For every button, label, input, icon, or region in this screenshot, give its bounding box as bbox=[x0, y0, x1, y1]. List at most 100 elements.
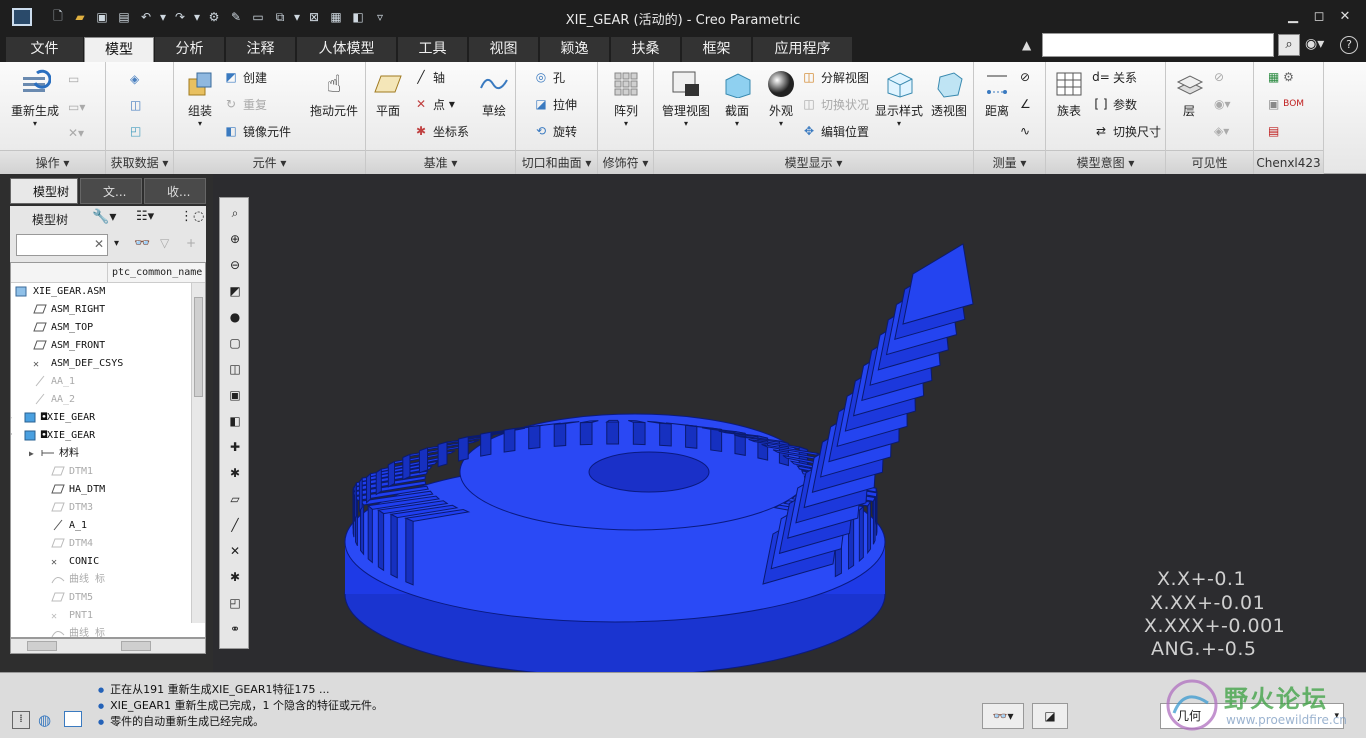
group-label-operations[interactable]: 操作 ▾ bbox=[0, 150, 105, 174]
section-button[interactable]: 截面 ▾ bbox=[714, 66, 760, 128]
tab-file[interactable]: 文件 bbox=[6, 37, 84, 62]
customize-dropdown-icon[interactable]: ▿ bbox=[370, 8, 390, 26]
tab-analysis[interactable]: 分析 bbox=[155, 37, 225, 62]
close-window-icon[interactable]: ⊠ bbox=[304, 8, 324, 26]
point-button[interactable]: ✕ 点 ▾ bbox=[412, 93, 455, 115]
display-style-small-icon[interactable]: ● bbox=[224, 306, 246, 328]
group-label-model-display[interactable]: 模型显示 ▾ bbox=[654, 150, 973, 174]
tree-item[interactable]: ▶ 材料 bbox=[29, 445, 79, 463]
family-table-button[interactable]: 族表 bbox=[1046, 66, 1092, 119]
group-label-cuts-surfaces[interactable]: 切口和曲面 ▾ bbox=[516, 150, 597, 174]
extrude-button[interactable]: ◪ 拉伸 bbox=[532, 93, 577, 115]
tree-item[interactable]: AA_1 bbox=[33, 373, 75, 391]
group-label-visibility[interactable]: 可见性 bbox=[1166, 150, 1253, 174]
angle-icon[interactable]: ∠ bbox=[1020, 93, 1031, 115]
find-icon[interactable]: 👓▾ bbox=[982, 703, 1024, 729]
paste-icon[interactable]: ▭▾ bbox=[68, 96, 85, 118]
tree-item[interactable]: ✕ ASM_DEF_CSYS bbox=[33, 355, 123, 373]
tree-item[interactable]: AA_2 bbox=[33, 391, 75, 409]
expand-arrow-icon[interactable]: ▶ bbox=[11, 409, 12, 427]
display-style-button[interactable]: 显示样式 ▾ bbox=[870, 66, 928, 128]
search-input[interactable] bbox=[1042, 33, 1274, 57]
regen-status-icon[interactable]: ◪ bbox=[1032, 703, 1068, 729]
user-defined-feature-icon[interactable]: ◈ bbox=[130, 68, 139, 90]
layers-button[interactable]: 层 bbox=[1166, 66, 1212, 119]
tree-filter-icon[interactable]: ⋮◌ bbox=[180, 209, 204, 224]
selection-filter-select[interactable]: 几何 ▾ bbox=[1160, 703, 1344, 729]
clear-search-icon[interactable]: ✕ bbox=[94, 237, 104, 251]
tree-item[interactable]: DTM1 bbox=[51, 463, 93, 481]
tree-column-header[interactable]: ptc_common_name bbox=[107, 263, 205, 283]
plugin-drawing-icon[interactable]: ▤ bbox=[1268, 120, 1279, 142]
mirror-component-button[interactable]: ◧ 镜像元件 bbox=[222, 120, 291, 142]
point-display-icon[interactable]: ✕ bbox=[224, 540, 246, 562]
show-columns-icon[interactable]: ☷▾ bbox=[136, 209, 154, 224]
distance-button[interactable]: 距离 bbox=[974, 66, 1020, 119]
plane-display-icon[interactable]: ▱ bbox=[224, 488, 246, 510]
tab-manikin[interactable]: 人体模型 bbox=[297, 37, 397, 62]
close-icon[interactable]: ✕ bbox=[1332, 7, 1358, 27]
tree-item[interactable]: DTM4 bbox=[51, 535, 93, 553]
tree-item[interactable]: ✕ PNT1 bbox=[51, 607, 93, 625]
annotation-display-icon[interactable]: ✚ bbox=[224, 436, 246, 458]
windows-icon[interactable]: ▭ bbox=[248, 8, 268, 26]
tree-item[interactable]: HA_DTM bbox=[51, 481, 105, 499]
maximize-icon[interactable]: ◻ bbox=[1306, 7, 1332, 27]
group-label-chenxl423[interactable]: Chenxl423 bbox=[1254, 150, 1323, 174]
app-logo-icon[interactable] bbox=[12, 8, 32, 26]
save-icon[interactable]: ▣ bbox=[92, 8, 112, 26]
saved-views-icon[interactable]: ▢ bbox=[224, 332, 246, 354]
perspective-button[interactable]: 透视图 bbox=[926, 66, 972, 119]
csys-button[interactable]: ✱ 坐标系 bbox=[412, 120, 469, 142]
create-button[interactable]: ◩ 创建 bbox=[222, 66, 267, 88]
parameters-button[interactable]: [ ] 参数 bbox=[1092, 93, 1137, 115]
undo-icon[interactable]: ↶ bbox=[136, 8, 156, 26]
tab-annotate[interactable]: 注释 bbox=[226, 37, 296, 62]
group-label-modifiers[interactable]: 修饰符 ▾ bbox=[598, 150, 653, 174]
tree-item[interactable]: 曲线 标 bbox=[51, 571, 105, 589]
tree-settings-icon[interactable]: 🔧▾ bbox=[92, 209, 116, 225]
repeat-button[interactable]: ↻ 重复 bbox=[222, 93, 267, 115]
toggle-status-button[interactable]: ◫ 切换状况 bbox=[800, 93, 869, 115]
axis-button[interactable]: ╱ 轴 bbox=[412, 66, 445, 88]
tree-item[interactable]: 曲线 标 bbox=[51, 625, 105, 637]
help-dropdown-icon[interactable]: ◉▾ bbox=[1305, 36, 1324, 52]
expand-arrow-icon[interactable]: ▼ bbox=[11, 427, 12, 445]
help-icon[interactable]: ? bbox=[1340, 36, 1358, 54]
tab-model[interactable]: 模型 bbox=[84, 37, 154, 62]
funnel-icon[interactable]: ▽ bbox=[160, 236, 169, 250]
tab-applications[interactable]: 应用程序 bbox=[753, 37, 853, 62]
full-screen-icon[interactable] bbox=[64, 711, 82, 727]
plane-button[interactable]: 平面 bbox=[366, 66, 410, 119]
curve-length-icon[interactable]: ∿ bbox=[1020, 120, 1030, 142]
tree-item[interactable]: A_1 bbox=[51, 517, 87, 535]
csys-display-icon[interactable]: ✱ bbox=[224, 566, 246, 588]
shrinkwrap-icon[interactable]: ◰ bbox=[130, 120, 141, 142]
appearance-button[interactable]: 外观 ▾ bbox=[758, 66, 804, 128]
tab-folder-browser[interactable]: 文... bbox=[80, 178, 142, 204]
more-dropdown-icon[interactable]: ▾ bbox=[292, 8, 302, 26]
plugin-bom-icon[interactable]: ▣ BOM bbox=[1268, 93, 1304, 115]
edit-icon[interactable]: ✎ bbox=[226, 8, 246, 26]
hide-icon[interactable]: ⊘ bbox=[1214, 66, 1224, 88]
tab-tools[interactable]: 工具 bbox=[398, 37, 468, 62]
assemble-button[interactable]: 组装 ▾ bbox=[176, 66, 224, 128]
doc-icon[interactable]: ▦ bbox=[326, 8, 346, 26]
tab-model-tree[interactable]: 模型树 bbox=[10, 178, 78, 204]
tree-item[interactable]: ▼ ◘XIE_GEAR bbox=[11, 427, 95, 445]
hole-button[interactable]: ◎ 孔 bbox=[532, 66, 565, 88]
repaint-icon[interactable]: ◩ bbox=[224, 280, 246, 302]
tree-item[interactable]: ASM_TOP bbox=[33, 319, 93, 337]
switch-icon[interactable]: ◧ bbox=[348, 8, 368, 26]
section-small-icon[interactable]: ◧ bbox=[224, 410, 246, 432]
collapse-ribbon-icon[interactable]: ▲ bbox=[1022, 38, 1031, 52]
tree-search-input[interactable]: ✕ bbox=[16, 234, 108, 256]
redo-dropdown-icon[interactable]: ▾ bbox=[192, 8, 202, 26]
tree-item[interactable]: DTM5 bbox=[51, 589, 93, 607]
save-as-icon[interactable]: ▤ bbox=[114, 8, 134, 26]
plugin-tree-icon[interactable]: ▦ ⚙ bbox=[1268, 66, 1294, 88]
tree-item[interactable]: ASM_FRONT bbox=[33, 337, 105, 355]
status-icon[interactable]: ◈▾ bbox=[1214, 120, 1229, 142]
zoom-in-icon[interactable]: ⊕ bbox=[224, 228, 246, 250]
copy-icon[interactable]: ▭ bbox=[68, 68, 79, 90]
